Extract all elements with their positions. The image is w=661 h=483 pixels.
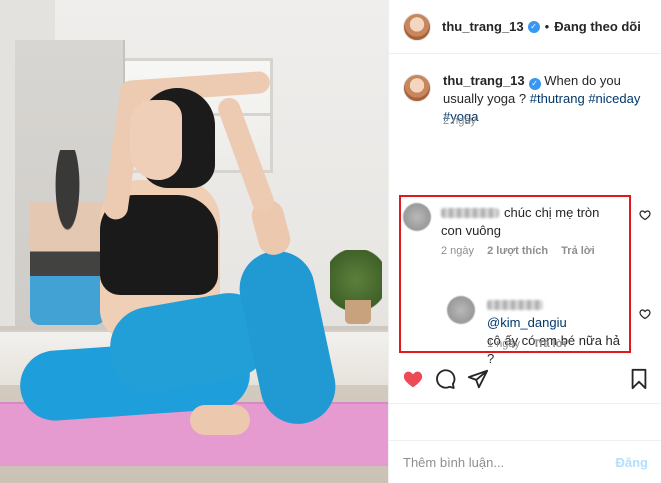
follow-status-button[interactable]: Đang theo dõi bbox=[554, 19, 641, 34]
caption-author-avatar[interactable] bbox=[403, 74, 431, 102]
verified-badge-icon: ✓ bbox=[528, 78, 541, 90]
comment-item: chúc chị mẹ tròn con vuông 2 ngày 2 lượt… bbox=[401, 197, 629, 267]
comment-meta: 1 ngày Trả lời bbox=[487, 338, 627, 350]
caption-timestamp[interactable]: 2 ngày bbox=[443, 115, 476, 127]
commenter-name-blurred[interactable] bbox=[487, 300, 543, 310]
author-avatar[interactable] bbox=[403, 12, 431, 41]
post-comment-button[interactable]: Đăng bbox=[616, 455, 649, 470]
comment-like-heart-icon[interactable] bbox=[639, 308, 651, 320]
comment-timestamp[interactable]: 2 ngày bbox=[441, 245, 474, 257]
figure-foot bbox=[190, 405, 250, 435]
comment-composer: Thêm bình luận... Đăng bbox=[389, 440, 661, 483]
commenter-avatar-blurred[interactable] bbox=[403, 203, 431, 231]
comment-body: chúc chị mẹ tròn con vuông bbox=[441, 204, 621, 240]
post-header: thu_trang_13 ✓ • Đang theo dõi bbox=[389, 0, 661, 54]
author-username[interactable]: thu_trang_13 bbox=[442, 19, 524, 34]
comment-reply-button[interactable]: Trả lời bbox=[533, 338, 567, 350]
hashtag-link[interactable]: #niceday bbox=[588, 91, 640, 106]
post-photo[interactable] bbox=[0, 0, 388, 483]
comment-reply-item: @kim_dangiu cô ấy có em bé nữa hả ? 1 ng… bbox=[401, 292, 629, 366]
hashtag-link[interactable]: #thutrang bbox=[530, 91, 585, 106]
commenter-avatar-blurred[interactable] bbox=[447, 296, 475, 324]
comment-bubble-icon[interactable] bbox=[433, 367, 457, 391]
figure-face bbox=[130, 100, 182, 180]
post-side-panel: thu_trang_13 ✓ • Đang theo dõi thu_trang… bbox=[388, 0, 661, 483]
highlighted-comments: chúc chị mẹ tròn con vuông 2 ngày 2 lượt… bbox=[399, 195, 631, 366]
separator-dot: • bbox=[544, 19, 550, 34]
comment-likes-count[interactable]: 2 lượt thích bbox=[487, 245, 548, 257]
comment-body: @kim_dangiu cô ấy có em bé nữa hả ? bbox=[487, 296, 627, 368]
post-caption: thu_trang_13 ✓ When do you usually yoga ?… bbox=[403, 72, 653, 126]
heart-icon[interactable] bbox=[401, 367, 425, 391]
divider bbox=[389, 403, 661, 404]
post-actions bbox=[389, 367, 661, 395]
mention-link[interactable]: @kim_dangiu bbox=[487, 315, 567, 330]
caption-username[interactable]: thu_trang_13 bbox=[443, 73, 525, 88]
mirror-reflection bbox=[30, 150, 105, 325]
commenter-name-blurred[interactable] bbox=[441, 208, 499, 218]
comment-timestamp[interactable]: 1 ngày bbox=[487, 338, 520, 350]
comment-reply-button[interactable]: Trả lời bbox=[561, 245, 595, 257]
comment-like-heart-icon[interactable] bbox=[639, 209, 651, 221]
verified-badge-icon: ✓ bbox=[527, 20, 540, 33]
comment-meta: 2 ngày 2 lượt thích Trả lời bbox=[441, 245, 631, 257]
paper-plane-icon[interactable] bbox=[466, 367, 490, 391]
comment-input[interactable]: Thêm bình luận... bbox=[403, 455, 504, 470]
plant-pot bbox=[345, 300, 371, 324]
bookmark-icon[interactable] bbox=[627, 367, 651, 391]
